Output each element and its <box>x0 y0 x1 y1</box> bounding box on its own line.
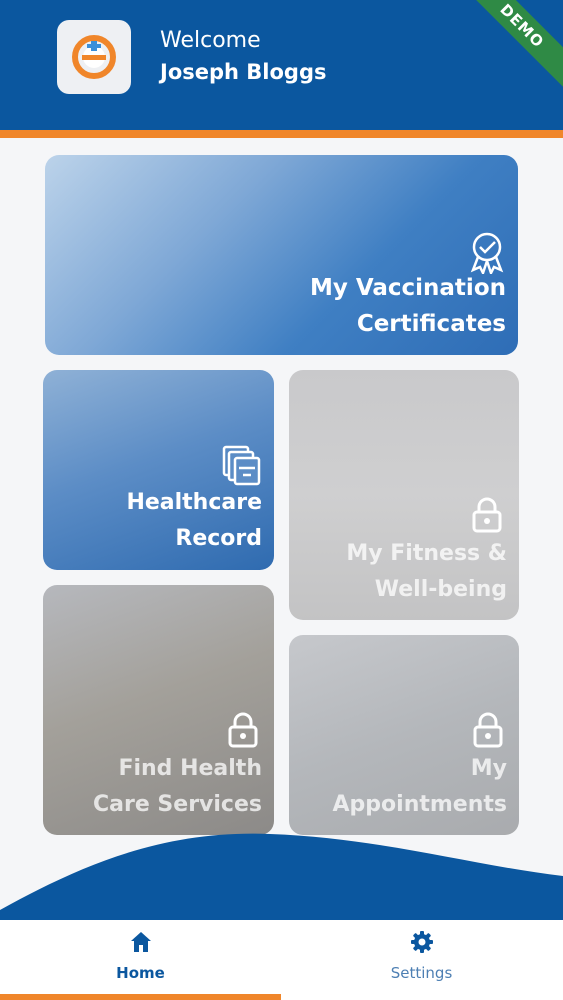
healthcare-record-tile[interactable]: Healthcare Record <box>43 370 274 570</box>
lock-icon <box>228 712 258 748</box>
my-appointments-tile[interactable]: My Appointments <box>289 635 519 835</box>
demo-badge: DEMO <box>451 0 563 97</box>
tile-label: Healthcare Record <box>126 490 262 551</box>
lock-icon <box>473 712 503 748</box>
home-icon <box>130 932 151 952</box>
records-folder-icon <box>222 445 261 486</box>
tile-label: Find Health Care Services <box>93 756 262 817</box>
tile-label: My Fitness & Well-being <box>346 541 507 602</box>
find-health-care-services-tile[interactable]: Find Health Care Services <box>43 585 274 835</box>
tab-settings-label: Settings <box>390 964 453 982</box>
fitness-wellbeing-tile[interactable]: My Fitness & Well-being <box>289 370 519 620</box>
tab-home-label: Home <box>116 964 165 982</box>
certificate-badge-icon <box>470 232 504 274</box>
user-name: Joseph Bloggs <box>160 60 327 84</box>
bottom-tab-bar: Home Settings <box>0 920 563 1000</box>
vaccination-certificates-tile[interactable]: My Vaccination Certificates <box>45 155 518 355</box>
app-header: Welcome Joseph Bloggs DEMO <box>0 0 563 138</box>
app-logo-icon <box>72 35 116 79</box>
bottom-wave-decoration <box>0 833 563 920</box>
tab-settings[interactable]: Settings <box>281 920 562 1000</box>
gear-icon <box>410 931 433 953</box>
tab-home[interactable]: Home <box>0 920 281 1000</box>
welcome-text: Welcome <box>160 28 261 53</box>
header-accent-stripe <box>0 130 563 138</box>
lock-icon <box>472 497 502 533</box>
tile-label: My Appointments <box>332 756 507 817</box>
tile-label: My Vaccination Certificates <box>309 275 506 337</box>
app-logo <box>57 20 131 94</box>
active-tab-indicator <box>0 994 281 1000</box>
